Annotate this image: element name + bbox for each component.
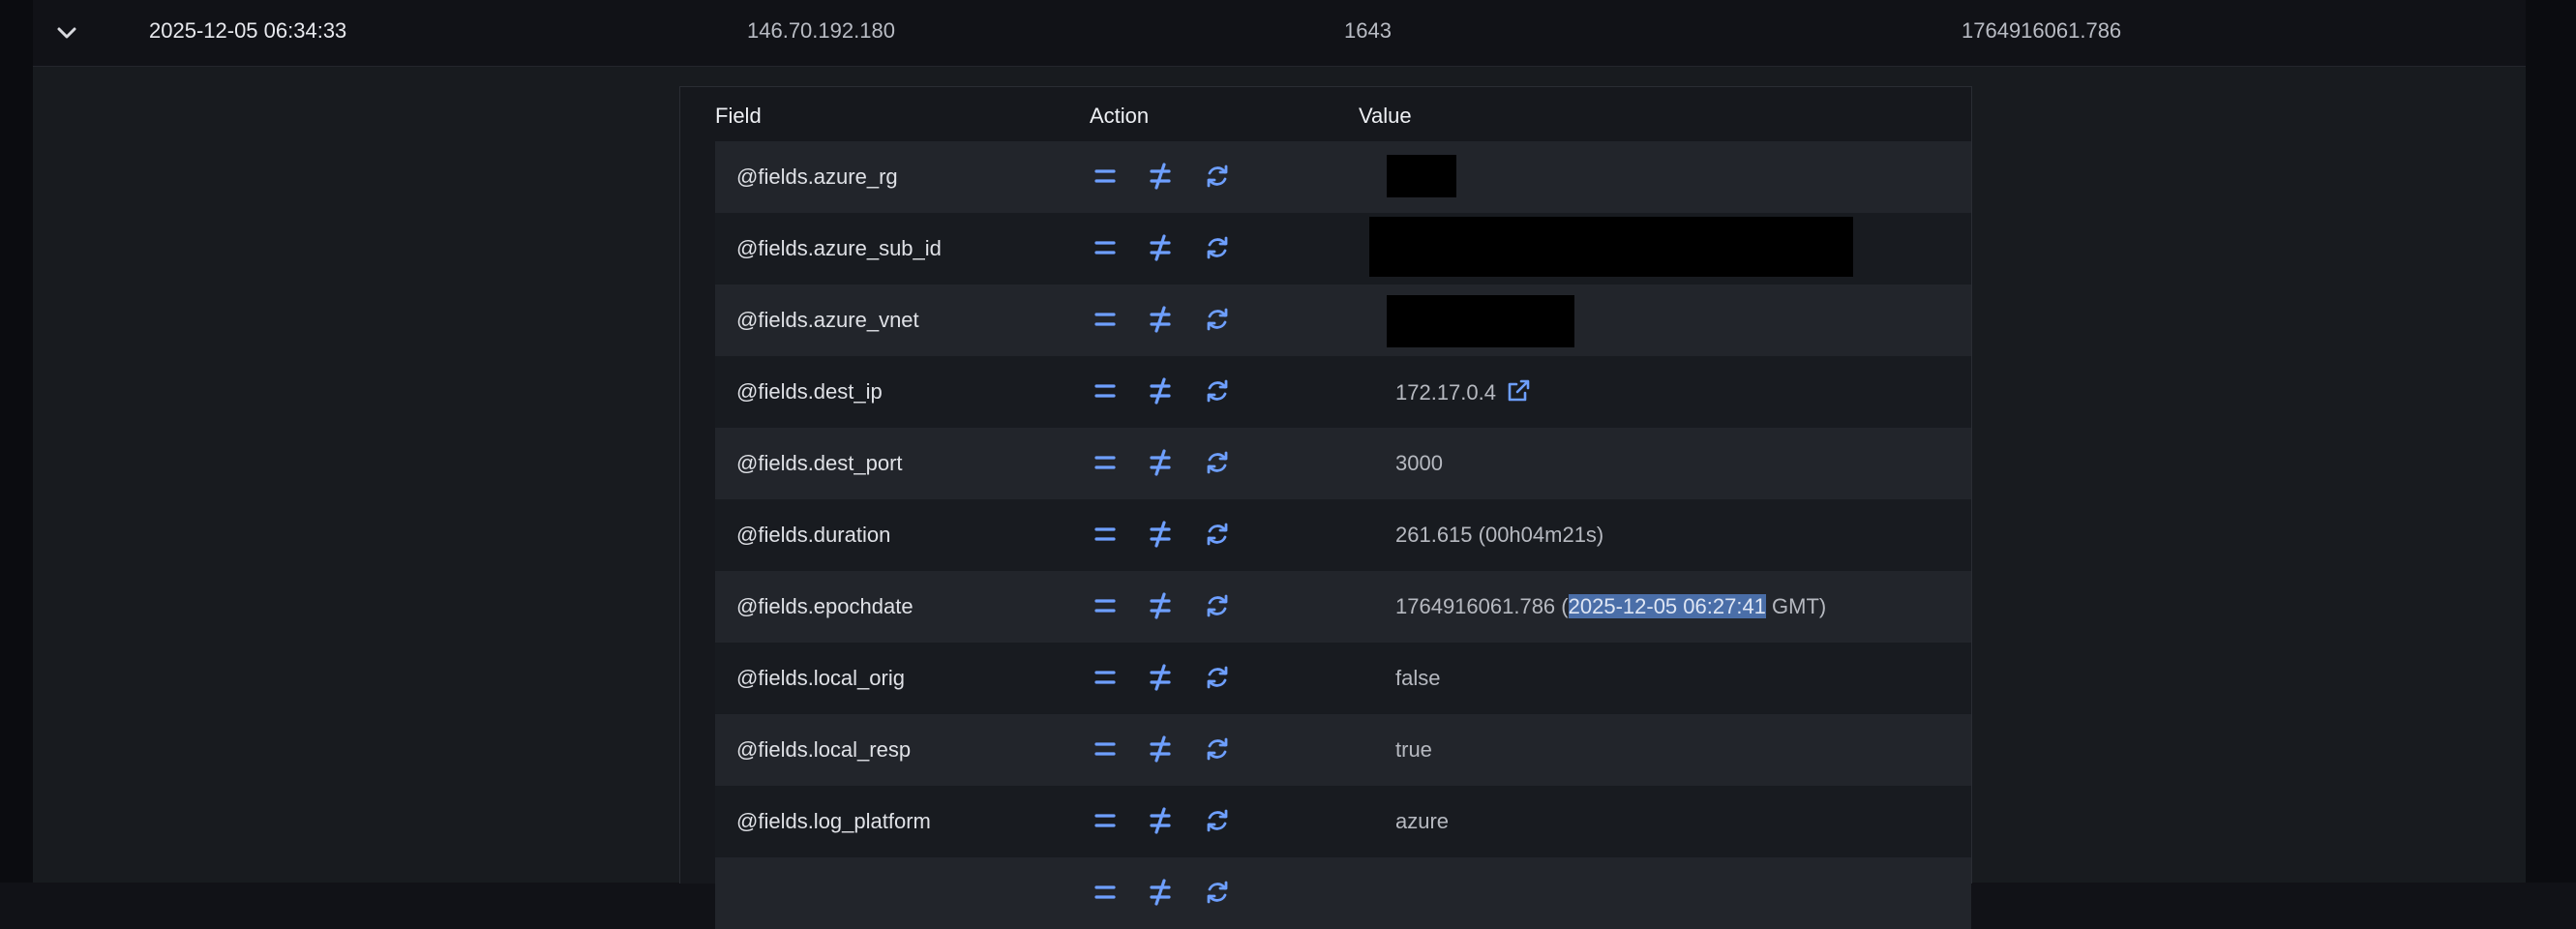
field-row: @fields.local_orig false [715, 643, 1971, 714]
field-row: @fields.duration 261.615 (00h04m21s) [715, 499, 1971, 571]
field-name: @fields.epochdate [736, 594, 914, 618]
header-action: Action [1090, 104, 1150, 128]
value-text: true [1395, 737, 1432, 762]
value-text: 1764916061.786 ( [1395, 594, 1569, 618]
filter-for-value-button[interactable] [1089, 160, 1122, 193]
field-row: @fields.log_platform azure [715, 786, 1971, 857]
field-name: @fields.azure_vnet [736, 308, 919, 332]
field-name: @fields.dest_ip [736, 379, 883, 404]
toggle-field-button[interactable] [1201, 518, 1234, 551]
redacted-value [1387, 295, 1574, 347]
field-value: true [1395, 736, 1432, 764]
filter-for-value-button[interactable] [1089, 446, 1122, 479]
filter-for-value-button[interactable] [1089, 231, 1122, 264]
field-value: 261.615 (00h04m21s) [1395, 522, 1603, 549]
field-value: azure [1395, 808, 1449, 835]
field-value: false [1395, 665, 1440, 692]
field-row: @fields.azure_sub_id [715, 213, 1971, 285]
field-row: @fields.azure_rg [715, 141, 1971, 213]
filter-out-value-button[interactable] [1144, 661, 1177, 694]
field-value: 1764916061.786 (2025-12-05 06:27:41 GMT) [1395, 593, 1826, 620]
redacted-value [1369, 217, 1853, 277]
log-epoch: 1764916061.786 [1962, 18, 2122, 43]
filter-for-value-button[interactable] [1089, 303, 1122, 336]
field-value: 172.17.0.4 [1395, 378, 1531, 406]
value-text: azure [1395, 809, 1450, 833]
external-link-icon[interactable] [1496, 379, 1531, 405]
field-name: @fields.azure_rg [736, 165, 898, 189]
log-details-table: Field Action Value @fields.azure_rg @fiel… [679, 86, 1972, 929]
value-text: false [1395, 666, 1441, 690]
header-value: Value [1359, 104, 1412, 128]
header-field: Field [715, 104, 762, 128]
log-timestamp: 2025-12-05 06:34:33 [149, 18, 347, 43]
value-text: 261.615 (00h04m21s) [1395, 523, 1604, 547]
field-name: @fields.duration [736, 523, 891, 547]
filter-out-value-button[interactable] [1144, 303, 1177, 336]
field-value: 3000 [1395, 450, 1443, 477]
toggle-field-button[interactable] [1201, 733, 1234, 765]
filter-out-value-button[interactable] [1144, 375, 1177, 407]
field-rows: @fields.azure_rg @fields.azure_sub_id @fie… [715, 141, 1971, 929]
filter-for-value-button[interactable] [1089, 375, 1122, 407]
filter-out-value-button[interactable] [1144, 804, 1177, 837]
selected-text: 2025-12-05 06:27:41 [1568, 594, 1766, 618]
toggle-field-button[interactable] [1201, 303, 1234, 336]
filter-out-value-button[interactable] [1144, 518, 1177, 551]
filter-out-value-button[interactable] [1144, 231, 1177, 264]
toggle-field-button[interactable] [1201, 804, 1234, 837]
field-row: @fields.dest_port 3000 [715, 428, 1971, 499]
field-name: @fields.local_orig [736, 666, 905, 690]
value-text: GMT) [1765, 594, 1827, 618]
toggle-field-button[interactable] [1201, 446, 1234, 479]
field-name: @fields.local_resp [736, 737, 912, 762]
field-name: @fields.dest_port [736, 451, 903, 475]
filter-for-value-button[interactable] [1089, 589, 1122, 622]
toggle-field-button[interactable] [1201, 160, 1234, 193]
filter-for-value-button[interactable] [1089, 733, 1122, 765]
log-port: 1643 [1344, 18, 1392, 43]
filter-for-value-button[interactable] [1089, 661, 1122, 694]
logs-panel: 2025-12-05 06:34:33 146.70.192.180 1643 … [33, 0, 2526, 929]
toggle-field-button[interactable] [1201, 876, 1234, 909]
redacted-value [1387, 155, 1456, 197]
filter-out-value-button[interactable] [1144, 446, 1177, 479]
toggle-field-button[interactable] [1201, 375, 1234, 407]
filter-out-value-button[interactable] [1144, 876, 1177, 909]
left-rail [0, 0, 33, 883]
toggle-field-button[interactable] [1201, 661, 1234, 694]
filter-out-value-button[interactable] [1144, 733, 1177, 765]
field-name: @fields.log_platform [736, 809, 931, 833]
toggle-field-button[interactable] [1201, 231, 1234, 264]
chevron-down-icon[interactable] [50, 17, 83, 50]
field-row: @fields.local_resp true [715, 714, 1971, 786]
filter-for-value-button[interactable] [1089, 518, 1122, 551]
right-rail [2526, 0, 2576, 883]
log-row[interactable]: 2025-12-05 06:34:33 146.70.192.180 1643 … [33, 0, 2526, 67]
toggle-field-button[interactable] [1201, 589, 1234, 622]
field-name: @fields.azure_sub_id [736, 236, 942, 260]
filter-for-value-button[interactable] [1089, 804, 1122, 837]
field-row [715, 857, 1971, 929]
value-text: 172.17.0.4 [1395, 380, 1496, 405]
filter-out-value-button[interactable] [1144, 160, 1177, 193]
filter-for-value-button[interactable] [1089, 876, 1122, 909]
value-text: 3000 [1395, 451, 1443, 475]
field-row: @fields.dest_ip 172.17.0.4 [715, 356, 1971, 428]
filter-out-value-button[interactable] [1144, 589, 1177, 622]
log-ip: 146.70.192.180 [747, 18, 895, 43]
field-row: @fields.azure_vnet [715, 285, 1971, 356]
field-row: @fields.epochdate 1764916061.786 (2025-12… [715, 571, 1971, 643]
